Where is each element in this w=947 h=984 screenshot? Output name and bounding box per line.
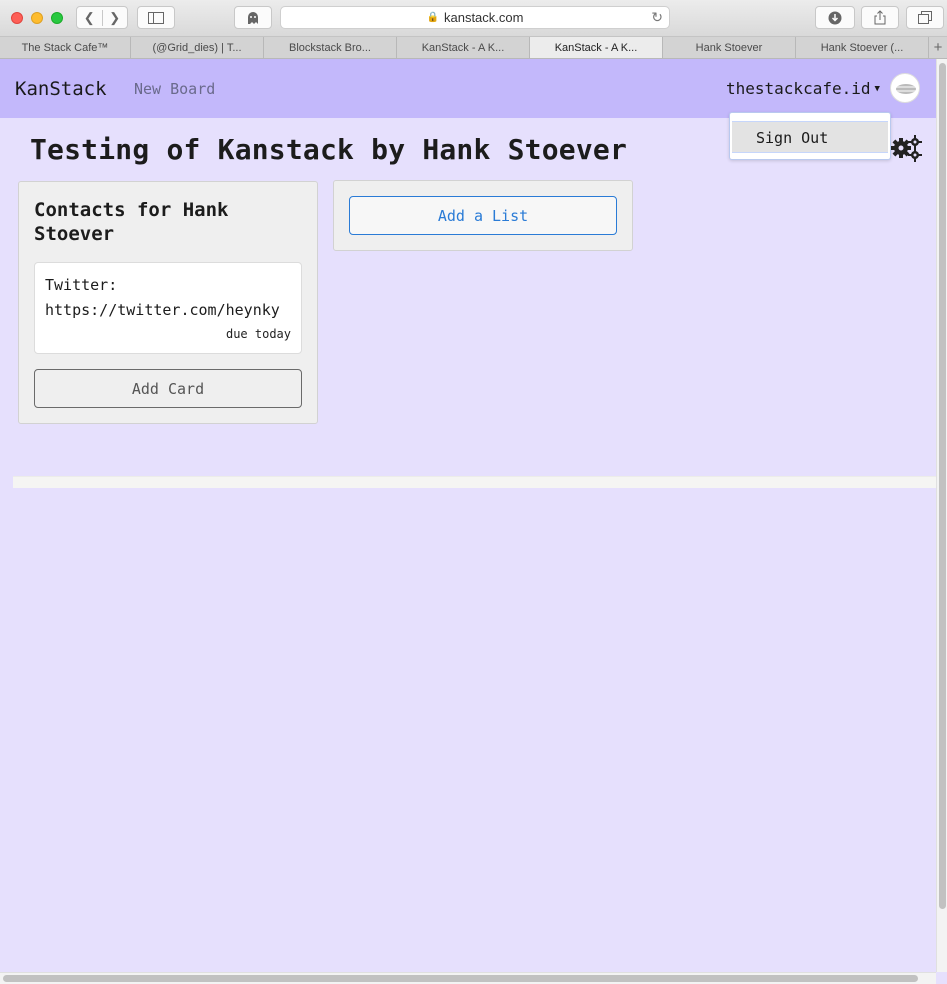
add-list-panel: Add a List [333, 180, 633, 251]
user-dropdown-menu: Sign Out [729, 112, 891, 160]
add-card-button[interactable]: Add Card [34, 369, 302, 408]
app-navbar: KanStack New Board thestackcafe.id ▼ [0, 59, 936, 118]
download-icon [828, 11, 842, 24]
history-nav: ❮ ❯ [76, 6, 128, 29]
list-title[interactable]: Contacts for Hank Stoever [34, 198, 304, 246]
share-icon [874, 10, 886, 25]
browser-tab[interactable]: KanStack - A K... [397, 37, 530, 58]
close-window-button[interactable] [11, 12, 23, 24]
sidebar-toggle-button[interactable] [137, 6, 175, 29]
card-due-label: due today [225, 327, 291, 341]
new-tab-button[interactable]: + [929, 37, 947, 58]
minimize-window-button[interactable] [31, 12, 43, 24]
ghost-icon [248, 11, 258, 24]
new-board-link[interactable]: New Board [134, 80, 215, 98]
card-text: Twitter: https://twitter.com/heynky [45, 276, 280, 319]
browser-tab[interactable]: Blockstack Bro... [264, 37, 397, 58]
username: thestackcafe.id [726, 79, 871, 98]
back-arrow-icon[interactable]: ❮ [77, 9, 103, 26]
browser-tab[interactable]: The Stack Cafe™ [0, 37, 131, 58]
vertical-scrollbar-thumb[interactable] [939, 63, 946, 909]
browser-toolbar: ❮ ❯ 🔒 kanstack.com ↻ [0, 0, 947, 37]
vertical-scrollbar[interactable] [936, 59, 947, 972]
browser-tab-active[interactable]: KanStack - A K... [530, 37, 663, 58]
card[interactable]: Twitter: https://twitter.com/heynky due … [34, 262, 302, 354]
show-tabs-button[interactable] [906, 6, 944, 29]
reload-icon[interactable]: ↻ [651, 9, 663, 26]
browser-tab-bar: The Stack Cafe™ (@Grid_dies) | T... Bloc… [0, 37, 947, 59]
board-title: Testing of Kanstack by Hank Stoever [30, 133, 628, 166]
brand-logo[interactable]: KanStack [15, 78, 107, 100]
gears-settings-icon[interactable] [889, 133, 923, 163]
caret-down-icon: ▼ [874, 83, 880, 94]
browser-tab[interactable]: (@Grid_dies) | T... [131, 37, 264, 58]
add-list-button[interactable]: Add a List [349, 196, 617, 235]
avatar[interactable] [890, 73, 920, 103]
sign-out-button[interactable]: Sign Out [732, 121, 888, 153]
user-menu-toggle[interactable]: thestackcafe.id ▼ [726, 79, 880, 98]
url-text: kanstack.com [443, 10, 524, 25]
downloads-button[interactable] [815, 6, 855, 29]
browser-tab[interactable]: Hank Stoever (... [796, 37, 929, 58]
board-list: Contacts for Hank Stoever Twitter: https… [18, 181, 318, 424]
sidebar-icon [148, 11, 164, 24]
address-bar[interactable]: 🔒 kanstack.com ↻ [280, 6, 670, 29]
board-scroll-strip [13, 476, 936, 488]
tabs-icon [918, 11, 932, 24]
browser-tab[interactable]: Hank Stoever [663, 37, 796, 58]
share-button[interactable] [861, 6, 899, 29]
horizontal-scrollbar-thumb[interactable] [3, 975, 918, 982]
forward-arrow-icon[interactable]: ❯ [103, 10, 128, 26]
lock-icon: 🔒 [426, 12, 439, 23]
zoom-window-button[interactable] [51, 12, 63, 24]
extension-button[interactable] [234, 6, 272, 29]
horizontal-scrollbar[interactable] [0, 972, 936, 984]
